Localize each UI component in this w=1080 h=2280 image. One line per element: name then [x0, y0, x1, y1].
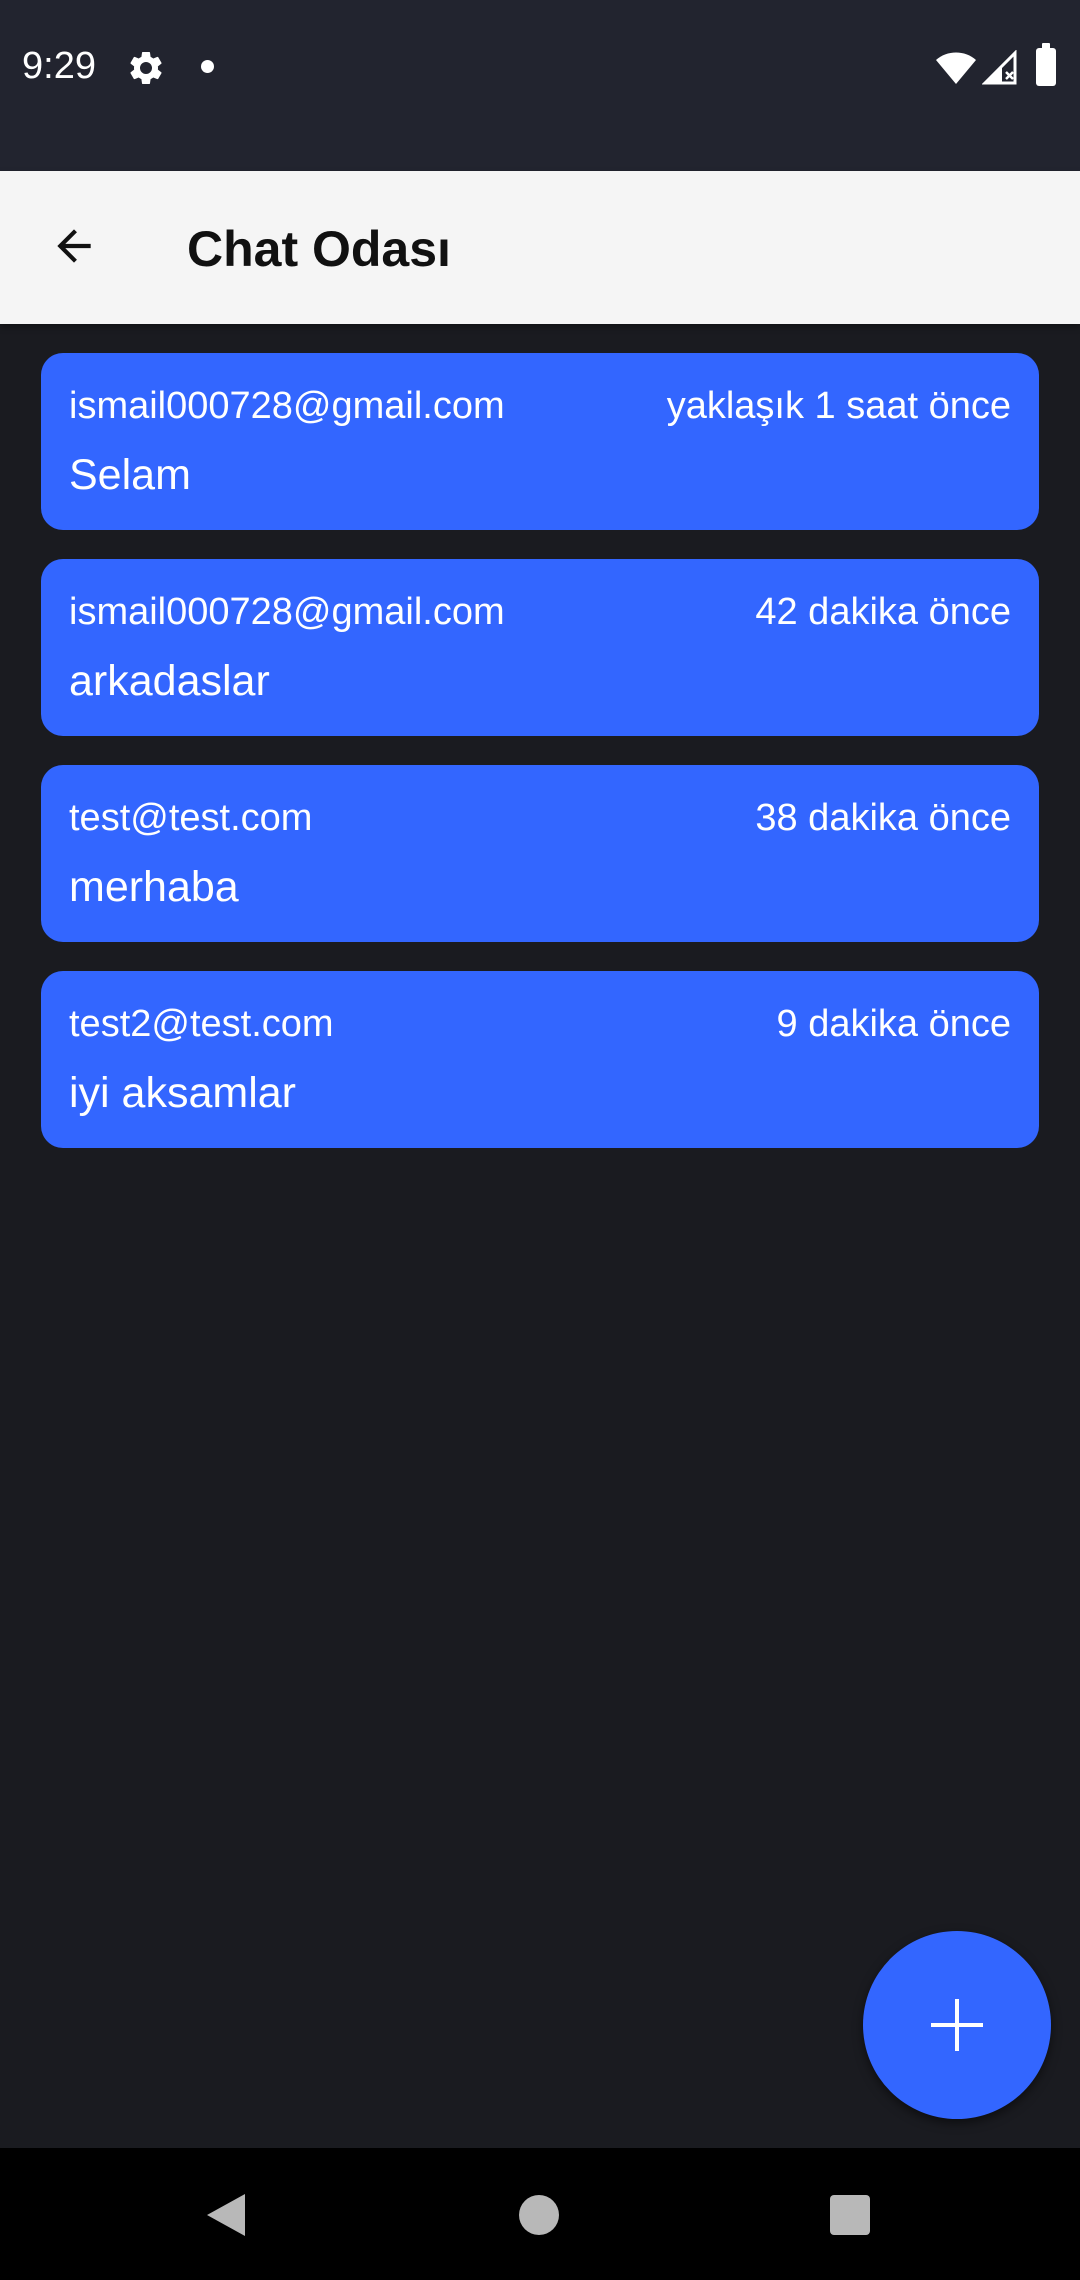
message-sender: test2@test.com — [69, 1003, 334, 1045]
wifi-icon — [936, 52, 976, 84]
message-text: arkadaslar — [69, 657, 270, 705]
status-time: 9:29 — [22, 45, 96, 87]
add-message-button[interactable] — [863, 1931, 1051, 2119]
nav-recents-icon[interactable] — [830, 2195, 870, 2235]
nav-home-icon[interactable] — [519, 2195, 559, 2235]
message-timestamp: yaklaşık 1 saat önce — [666, 385, 1011, 427]
message-card[interactable]: ismail000728@gmail.com yaklaşık 1 saat ö… — [41, 353, 1039, 530]
message-text: merhaba — [69, 863, 239, 911]
message-card[interactable]: test2@test.com 9 dakika önce iyi aksamla… — [41, 971, 1039, 1148]
message-sender: test@test.com — [69, 797, 313, 839]
plus-icon — [931, 1999, 983, 2051]
message-text: Selam — [69, 451, 191, 499]
message-card[interactable]: ismail000728@gmail.com 42 dakika önce ar… — [41, 559, 1039, 736]
back-button[interactable] — [30, 202, 118, 290]
page-title: Chat Odası — [187, 221, 451, 277]
system-nav-bar — [0, 2148, 1080, 2280]
message-timestamp: 42 dakika önce — [755, 591, 1011, 633]
notification-dot-icon — [201, 60, 214, 73]
message-card[interactable]: test@test.com 38 dakika önce merhaba — [41, 765, 1039, 942]
gear-icon — [130, 51, 162, 84]
message-list: ismail000728@gmail.com yaklaşık 1 saat ö… — [41, 353, 1039, 1177]
status-bar: 9:29 — [0, 0, 1080, 171]
signal-icon — [982, 50, 1017, 85]
chat-room-screen: 9:29 Chat Odası ismail000728@gmail.com y… — [0, 0, 1080, 2280]
message-timestamp: 38 dakika önce — [755, 797, 1011, 839]
app-bar: Chat Odası — [0, 171, 1080, 324]
nav-back-icon[interactable] — [205, 2192, 249, 2238]
message-sender: ismail000728@gmail.com — [69, 385, 505, 427]
battery-icon — [1036, 43, 1056, 86]
message-sender: ismail000728@gmail.com — [69, 591, 505, 633]
message-text: iyi aksamlar — [69, 1069, 296, 1117]
message-timestamp: 9 dakika önce — [776, 1003, 1012, 1045]
arrow-back-icon — [57, 229, 91, 263]
